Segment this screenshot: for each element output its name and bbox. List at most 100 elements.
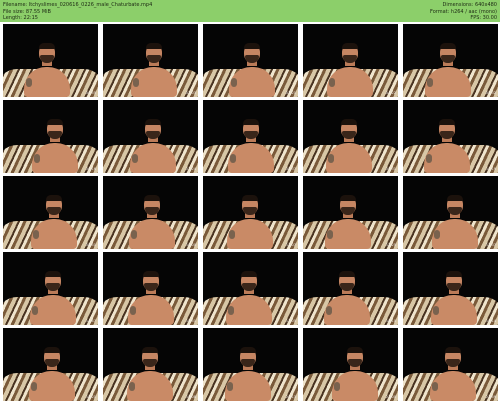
figure-hair <box>45 195 62 201</box>
figure-hair <box>242 119 259 125</box>
thumbnail-timestamp: 18:21 <box>85 395 96 399</box>
figure-tattoo <box>431 382 438 391</box>
person-figure <box>224 347 271 401</box>
figure-hair <box>44 271 61 277</box>
video-thumbnail: 06:16 <box>3 100 98 173</box>
figure-hair <box>438 119 455 125</box>
video-thumbnail: 13:37 <box>403 176 498 249</box>
thumbnail-timestamp: 08:37 <box>285 167 296 171</box>
video-thumbnail: 04:22 <box>303 24 398 97</box>
person-figure <box>323 271 370 325</box>
person-figure <box>130 43 177 97</box>
person-figure <box>326 43 373 97</box>
length-text: Length: 22:15 <box>3 15 38 21</box>
figure-hair <box>240 271 257 277</box>
figure-tattoo <box>425 154 432 163</box>
thumbnail-timestamp: 21:00 <box>385 395 396 399</box>
thumbnail-timestamp: 00:55 <box>85 91 96 95</box>
figure-hair <box>38 43 55 49</box>
figure-tattoo <box>226 382 233 391</box>
thumbnail-timestamp: 17:05 <box>285 319 296 323</box>
thumbnail-timestamp: 20:13 <box>285 395 296 399</box>
figure-hair <box>239 347 256 353</box>
person-figure <box>430 271 477 325</box>
video-thumbnail: 18:10 <box>303 252 398 325</box>
metadata-right: Dimensions: 640x480 Format: h264 / aac (… <box>430 2 497 22</box>
figure-hair <box>446 195 463 201</box>
person-figure <box>424 43 471 97</box>
thumbnail-timestamp: 19:14 <box>485 319 496 323</box>
figure-tattoo <box>227 306 234 315</box>
person-figure <box>227 119 274 173</box>
thumbnail-timestamp: 10:19 <box>485 167 496 171</box>
thumbnail-timestamp: 06:16 <box>85 167 96 171</box>
video-thumbnail: 21:59 <box>403 328 498 401</box>
figure-tattoo <box>327 154 334 163</box>
fps-text: FPS: 30.00 <box>470 15 497 21</box>
thumbnail-timestamp: 03:21 <box>285 91 296 95</box>
thumbnail-timestamp: 09:31 <box>385 167 396 171</box>
figure-tattoo <box>325 306 332 315</box>
video-thumbnail: 11:07 <box>203 176 298 249</box>
person-figure <box>129 119 176 173</box>
figure-tattoo <box>326 230 333 239</box>
figure-hair <box>144 119 161 125</box>
person-figure <box>423 119 470 173</box>
thumbnail-timestamp: 05:32 <box>485 91 496 95</box>
thumbnail-timestamp: 15:51 <box>185 319 196 323</box>
person-figure <box>324 195 371 249</box>
person-figure <box>28 347 75 401</box>
metadata-header: Filename: Itchyslimes_020616_0226_male_C… <box>0 0 500 22</box>
thumbnail-timestamp: 04:22 <box>385 91 396 95</box>
figure-hair <box>143 195 160 201</box>
person-figure <box>429 347 476 401</box>
figure-hair <box>145 43 162 49</box>
figure-tattoo <box>229 154 236 163</box>
person-figure <box>23 43 70 97</box>
thumbnail-timestamp: 18:10 <box>385 319 396 323</box>
figure-hair <box>339 195 356 201</box>
thumbnail-timestamp: 14:47 <box>85 319 96 323</box>
figure-tattoo <box>30 382 37 391</box>
video-thumbnail: 08:37 <box>203 100 298 173</box>
video-thumbnail: 18:21 <box>3 328 98 401</box>
video-thumbnail: 08:51 <box>3 176 98 249</box>
figure-hair <box>439 43 456 49</box>
video-thumbnail: 12:25 <box>303 176 398 249</box>
video-thumbnail: 10:00 <box>103 176 198 249</box>
thumbnail-grid: 00:55 02:03 03:21 04:22 05:32 06:16 07:24 08:37… <box>3 24 498 401</box>
thumbnail-timestamp: 02:03 <box>185 91 196 95</box>
video-thumbnail: 10:19 <box>403 100 498 173</box>
figure-tattoo <box>433 230 440 239</box>
figure-tattoo <box>328 78 335 87</box>
figure-tattoo <box>131 154 138 163</box>
figure-tattoo <box>129 306 136 315</box>
figure-tattoo <box>32 230 39 239</box>
video-thumbnail: 09:31 <box>303 100 398 173</box>
thumbnail-timestamp: 19:08 <box>185 395 196 399</box>
figure-hair <box>445 271 462 277</box>
video-thumbnail: 17:05 <box>203 252 298 325</box>
person-figure <box>431 195 478 249</box>
figure-hair <box>43 347 60 353</box>
video-thumbnail: 19:14 <box>403 252 498 325</box>
figure-tattoo <box>228 230 235 239</box>
figure-hair <box>346 347 363 353</box>
figure-hair <box>341 43 358 49</box>
person-figure <box>128 195 175 249</box>
thumbnail-timestamp: 11:07 <box>285 243 296 247</box>
figure-hair <box>241 195 258 201</box>
metadata-left: Filename: Itchyslimes_020616_0226_male_C… <box>3 2 152 22</box>
video-thumbnail: 14:47 <box>3 252 98 325</box>
person-figure <box>226 195 273 249</box>
figure-tattoo <box>230 78 237 87</box>
person-figure <box>325 119 372 173</box>
video-thumbnail: 00:55 <box>3 24 98 97</box>
figure-tattoo <box>426 78 433 87</box>
person-figure <box>225 271 272 325</box>
thumbnail-timestamp: 10:00 <box>185 243 196 247</box>
filename-text: Filename: Itchyslimes_020616_0226_male_C… <box>3 2 153 8</box>
figure-tattoo <box>130 230 137 239</box>
thumbnail-timestamp: 13:37 <box>485 243 496 247</box>
figure-tattoo <box>128 382 135 391</box>
